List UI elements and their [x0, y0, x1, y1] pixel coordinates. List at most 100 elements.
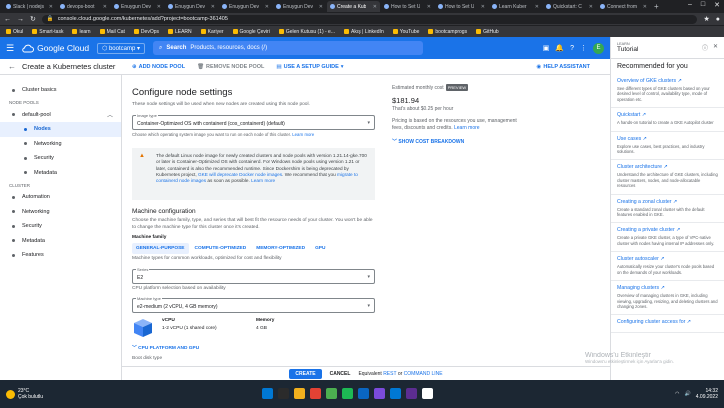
taskbar-app-icon[interactable]: [310, 388, 321, 399]
browser-tab[interactable]: devops-boot ✕: [57, 1, 110, 12]
tutorial-link[interactable]: Use cases ↗: [617, 136, 718, 142]
add-node-pool-button[interactable]: ⊕ ADD NODE POOL: [132, 64, 185, 70]
taskbar-app-icon[interactable]: [406, 388, 417, 399]
rest-link[interactable]: REST: [383, 371, 396, 377]
bookmark-item[interactable]: Smart-task: [32, 29, 63, 35]
tutorial-link[interactable]: Cluster autoscaler ↗: [617, 256, 718, 262]
notifications-icon[interactable]: 🔔: [555, 44, 564, 52]
close-tab-icon[interactable]: ✕: [211, 4, 215, 10]
taskbar-app-icon[interactable]: [326, 388, 337, 399]
warning-learn-more-link[interactable]: Learn more: [251, 178, 275, 183]
tutorial-link[interactable]: Configuring cluster access for ↗: [617, 319, 718, 325]
learn-more-link[interactable]: Learn more: [292, 132, 314, 137]
tutorial-link[interactable]: Cluster architecture ↗: [617, 164, 718, 170]
bookmark-item[interactable]: bootcamprogs: [428, 29, 467, 35]
bookmark-item[interactable]: Okul: [6, 29, 23, 35]
wifi-icon[interactable]: ◠: [675, 391, 679, 397]
image-type-select[interactable]: Image type Container-Optimized OS with c…: [132, 112, 375, 130]
bookmark-item[interactable]: Google Çeviri: [232, 29, 270, 35]
nav-cluster-networking[interactable]: Networking: [0, 205, 121, 220]
browser-tab[interactable]: Create a Kub ✕: [327, 1, 380, 12]
show-cost-breakdown-button[interactable]: ﹀ SHOW COST BREAKDOWN: [392, 138, 522, 145]
taskbar-app-icon[interactable]: [422, 388, 433, 399]
close-tab-icon[interactable]: ✕: [535, 4, 539, 10]
bookmark-item[interactable]: Akış | LinkedIn: [344, 29, 384, 35]
setup-guide-button[interactable]: ▤ USE A SETUP GUIDE ▾: [276, 64, 343, 70]
bookmark-item[interactable]: DevOps: [133, 29, 159, 35]
info-icon[interactable]: ⓘ: [702, 43, 708, 52]
bookmark-item[interactable]: YouTube: [392, 29, 419, 35]
bookmark-item[interactable]: GitHub: [476, 29, 499, 35]
close-tab-icon[interactable]: ✕: [373, 4, 377, 10]
tutorial-link[interactable]: Overview of GKE clusters ↗: [617, 78, 718, 84]
more-vert-icon[interactable]: ⋮: [580, 44, 587, 52]
close-tab-icon[interactable]: ✕: [103, 4, 107, 10]
pricing-learn-more-link[interactable]: Learn more: [454, 125, 480, 131]
machine-family-tab[interactable]: MEMORY-OPTIMIZED: [252, 243, 309, 254]
taskbar-app-icon[interactable]: [342, 388, 353, 399]
back-arrow-icon[interactable]: ←: [8, 62, 16, 71]
project-selector[interactable]: ⬡ bootcamp ▾: [97, 42, 146, 54]
nav-networking[interactable]: Networking: [0, 137, 121, 152]
new-tab-button[interactable]: +: [654, 2, 659, 11]
taskbar-app-icon[interactable]: [374, 388, 385, 399]
extensions-icon[interactable]: ★: [703, 15, 709, 23]
nav-metadata[interactable]: Metadata: [0, 166, 121, 181]
back-arrow-icon[interactable]: ←: [4, 16, 11, 23]
browser-tab[interactable]: How to Set U ✕: [435, 1, 488, 12]
taskbar-app-icon[interactable]: [358, 388, 369, 399]
machine-family-tab[interactable]: GENERAL-PURPOSE: [132, 243, 189, 254]
maximize-icon[interactable]: □: [701, 1, 705, 9]
cloud-shell-icon[interactable]: ▣: [543, 44, 550, 52]
browser-tab[interactable]: Learn Kuber ✕: [489, 1, 542, 12]
nav-security[interactable]: Security: [0, 151, 121, 166]
taskbar-app-icon[interactable]: [262, 388, 273, 399]
cpu-platform-toggle[interactable]: ﹀ CPU PLATFORM AND GPU: [132, 344, 375, 351]
command-line-link[interactable]: COMMAND LINE: [404, 371, 443, 377]
reload-icon[interactable]: ↻: [30, 15, 36, 23]
close-tab-icon[interactable]: ✕: [427, 4, 431, 10]
google-cloud-logo[interactable]: Google Cloud: [22, 43, 89, 53]
cancel-button[interactable]: CANCEL: [330, 371, 351, 377]
machine-type-select[interactable]: Machine type e2-medium (2 vCPU, 4 GB mem…: [132, 296, 375, 313]
browser-tab[interactable]: Enuygun Dev ✕: [165, 1, 218, 12]
docker-deprecation-link[interactable]: GKE will deprecate Docker node images: [198, 172, 282, 177]
close-tab-icon[interactable]: ✕: [49, 4, 53, 10]
close-tab-icon[interactable]: ✕: [319, 4, 323, 10]
help-assistant-button[interactable]: ◉ HELP ASSISTANT: [537, 64, 590, 70]
browser-tab[interactable]: Enuygun Dev ✕: [219, 1, 272, 12]
profile-icon[interactable]: ●: [716, 16, 720, 23]
weather-widget[interactable]: 23°C Çok bulutlu: [6, 388, 43, 400]
browser-tab[interactable]: Quickstart: C ✕: [543, 1, 596, 12]
close-icon[interactable]: ✕: [713, 43, 718, 52]
close-tab-icon[interactable]: ✕: [481, 4, 485, 10]
series-select[interactable]: Series E2 ▾: [132, 266, 375, 284]
url-field[interactable]: 🔒 console.cloud.google.com/kubernetes/ad…: [41, 14, 698, 24]
bookmark-item[interactable]: Mail Cat: [99, 29, 125, 35]
browser-tab[interactable]: Connect from ✕: [597, 1, 650, 12]
nav-automation[interactable]: Automation: [0, 190, 121, 205]
nav-nodes[interactable]: Nodes: [0, 122, 121, 137]
taskbar-app-icon[interactable]: [390, 388, 401, 399]
tutorial-link[interactable]: Creating a private cluster ↗: [617, 227, 718, 233]
close-tab-icon[interactable]: ✕: [157, 4, 161, 10]
bookmark-item[interactable]: learn: [72, 29, 91, 35]
machine-family-tab[interactable]: GPU: [311, 243, 329, 254]
tutorial-link[interactable]: Creating a zonal cluster ↗: [617, 199, 718, 205]
machine-family-tab[interactable]: COMPUTE-OPTIMIZED: [191, 243, 251, 254]
nav-cluster-metadata[interactable]: Metadata: [0, 234, 121, 249]
search-input[interactable]: ⌕ Search Products, resources, docs (/): [153, 41, 424, 55]
browser-tab[interactable]: Slack | nodejs ✕: [3, 1, 56, 12]
help-icon[interactable]: ?: [570, 45, 574, 52]
browser-tab[interactable]: How to Set U ✕: [381, 1, 434, 12]
create-button[interactable]: CREATE: [289, 368, 322, 379]
avatar[interactable]: E: [593, 42, 604, 54]
remove-node-pool-button[interactable]: 🗑 REMOVE NODE POOL: [197, 64, 264, 70]
close-tab-icon[interactable]: ✕: [589, 4, 593, 10]
nav-default-pool[interactable]: default-pool ︿: [0, 108, 121, 123]
close-tab-icon[interactable]: ✕: [265, 4, 269, 10]
bookmark-item[interactable]: LEARN: [167, 29, 192, 35]
close-tab-icon[interactable]: ✕: [643, 4, 647, 10]
volume-icon[interactable]: 🔊: [685, 391, 691, 397]
menu-icon[interactable]: ☰: [6, 43, 14, 54]
